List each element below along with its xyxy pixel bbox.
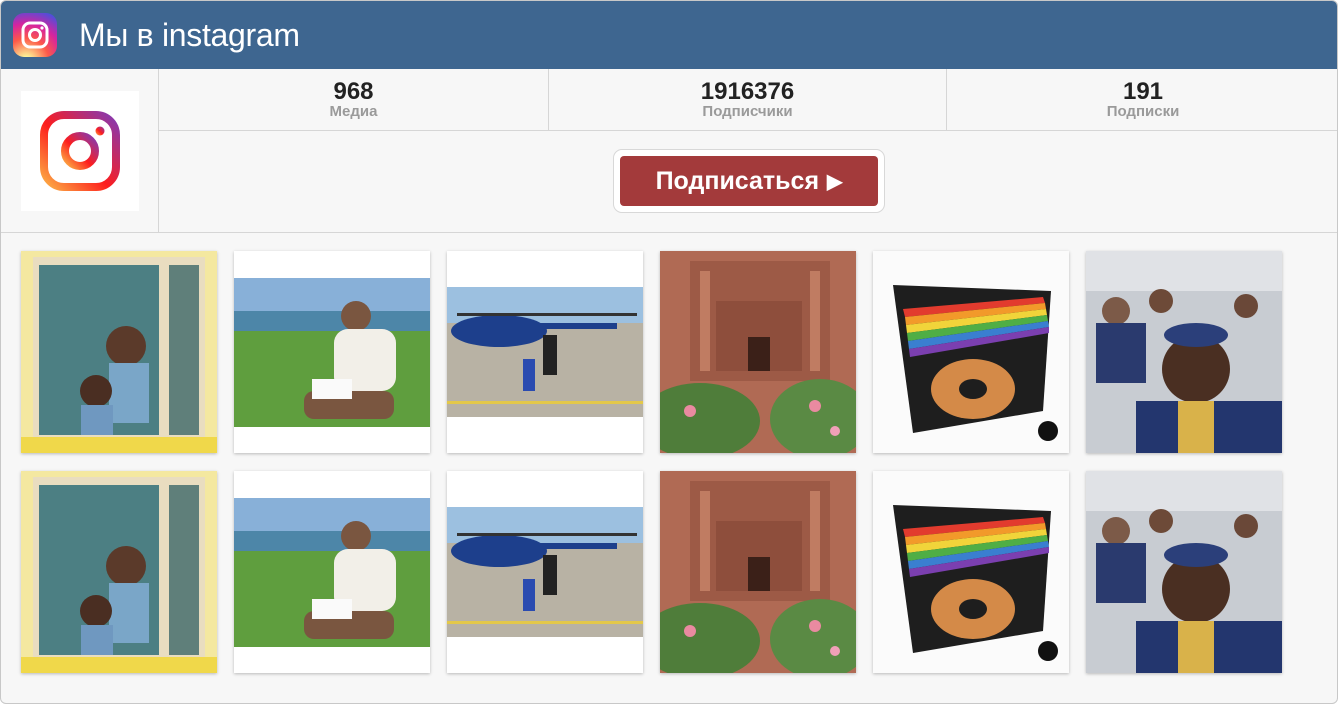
stat-value: 1916376 <box>700 78 795 105</box>
photo-thumbnail[interactable] <box>234 471 430 673</box>
photo-thumbnail[interactable] <box>1086 251 1282 453</box>
widget-title: Мы в instagram <box>79 16 300 53</box>
photo-thumbnail[interactable] <box>447 471 643 673</box>
stat-value: 191 <box>1122 78 1164 105</box>
instagram-logo[interactable] <box>21 91 139 211</box>
action-area: Подписаться ▶ <box>159 131 1337 233</box>
profile-panel <box>1 69 159 233</box>
instagram-widget: Мы в instagram 968 Медиа 1916376 Подписч… <box>0 0 1338 704</box>
stat-followers[interactable]: 1916376 Подписчики <box>549 69 947 130</box>
photo-thumbnail[interactable] <box>660 251 856 453</box>
follow-button[interactable]: Подписаться ▶ <box>620 156 878 206</box>
photo-thumbnail[interactable] <box>873 471 1069 673</box>
photo-thumbnail[interactable] <box>447 251 643 453</box>
photo-thumbnail[interactable] <box>21 251 217 453</box>
follow-button-frame: Подписаться ▶ <box>613 149 885 213</box>
instagram-icon[interactable] <box>13 13 57 57</box>
photo-thumbnail[interactable] <box>873 251 1069 453</box>
stats-bar: 968 Медиа 1916376 Подписчики 191 Подписк… <box>159 69 1337 131</box>
photo-thumbnail[interactable] <box>234 251 430 453</box>
follow-button-label: Подписаться <box>655 166 820 195</box>
stat-media[interactable]: 968 Медиа <box>159 69 549 130</box>
photo-thumbnail[interactable] <box>1086 471 1282 673</box>
stat-label: Медиа <box>329 103 378 120</box>
widget-header: Мы в instagram <box>1 1 1337 69</box>
play-arrow-icon: ▶ <box>827 170 843 193</box>
stat-following[interactable]: 191 Подписки <box>947 69 1337 130</box>
stat-value: 968 <box>333 78 374 105</box>
stat-label: Подписчики <box>702 103 793 120</box>
photo-thumbnail[interactable] <box>660 471 856 673</box>
stat-label: Подписки <box>1106 103 1180 120</box>
photo-thumbnail[interactable] <box>21 471 217 673</box>
